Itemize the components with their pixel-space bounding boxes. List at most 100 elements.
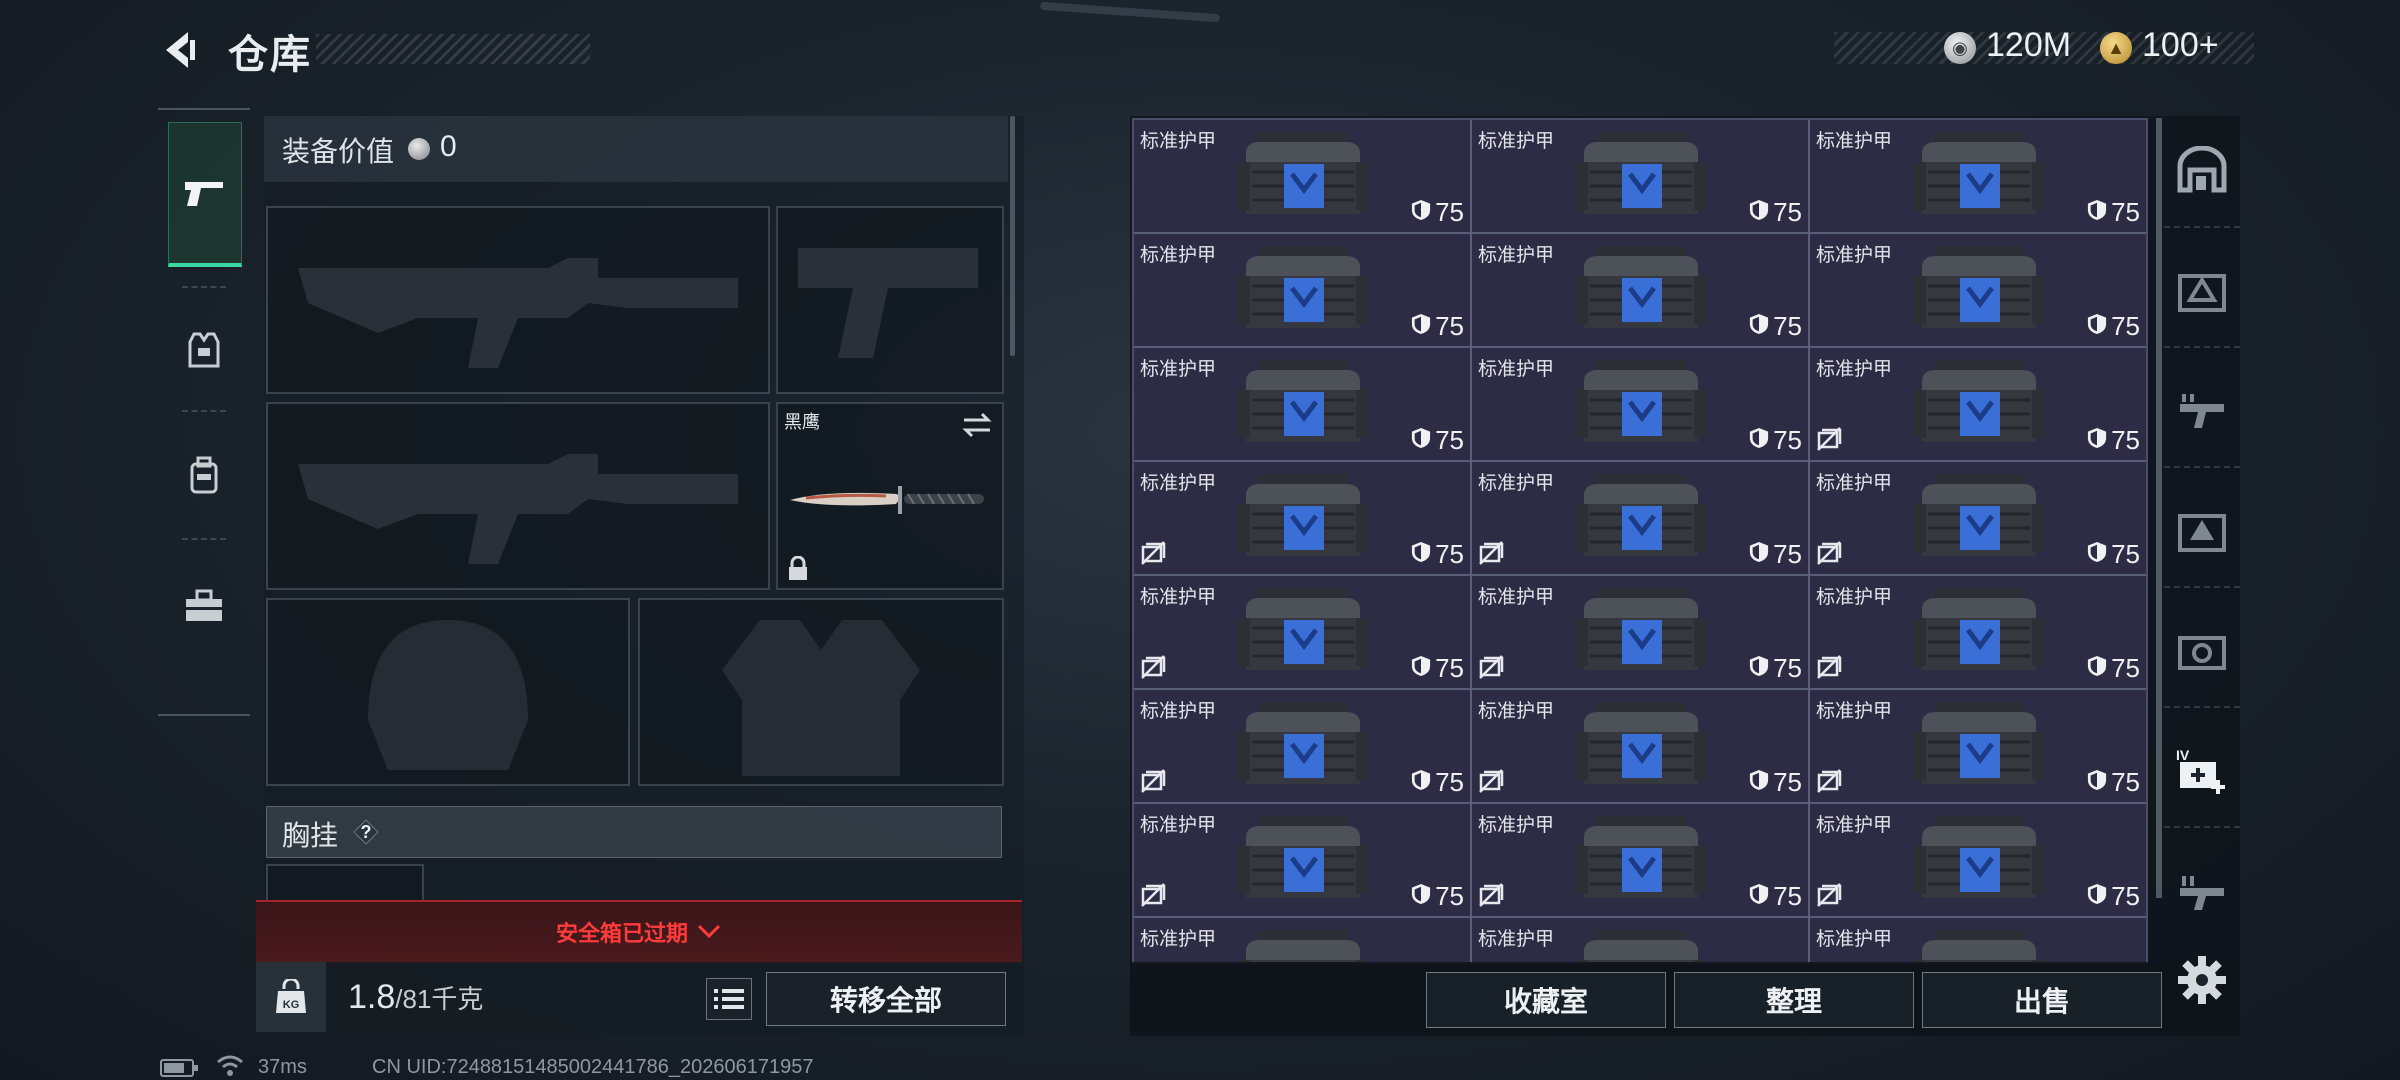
shield-icon: [1411, 311, 1431, 342]
storage-item-cell[interactable]: 标准护甲 75: [1134, 348, 1470, 460]
item-name: 标准护甲: [1140, 473, 1217, 494]
item-durability: 75: [2087, 311, 2140, 342]
safe-box-expired-banner[interactable]: 安全箱已过期: [256, 900, 1022, 964]
storage-item-cell[interactable]: 标准护甲 75: [1810, 576, 2146, 688]
storage-item-cell[interactable]: 标准护甲 75: [1472, 348, 1808, 460]
storage-item-cell[interactable]: 标准护甲 75: [1810, 462, 2146, 574]
transfer-all-button[interactable]: 转移全部: [766, 972, 1006, 1026]
page-title: 仓库: [228, 33, 312, 77]
filter-ammo-button[interactable]: [2164, 596, 2240, 708]
storage-item-cell[interactable]: 标准护甲 75: [1810, 348, 2146, 460]
equipment-value: 0: [440, 130, 457, 163]
organize-button[interactable]: 整理: [1674, 972, 1914, 1028]
sidearm-slot[interactable]: [776, 206, 1004, 394]
storage-item-cell[interactable]: 标准护甲 75: [1472, 690, 1808, 802]
storage-item-cell[interactable]: 标准护甲 75: [1134, 234, 1470, 346]
item-name: 标准护甲: [1816, 245, 1893, 266]
storage-item-cell[interactable]: 标准护甲 75: [1134, 120, 1470, 232]
category-armor-tab[interactable]: [168, 300, 240, 400]
category-weapon-tab[interactable]: [168, 122, 242, 267]
category-toolbox-tab[interactable]: [168, 556, 240, 656]
storage-item-cell[interactable]: 标准护甲 75: [1472, 462, 1808, 574]
filter-all-button[interactable]: [2164, 116, 2240, 228]
storage-item-cell[interactable]: 标准护甲 75: [1134, 462, 1470, 574]
gold-amount[interactable]: 100+: [2142, 26, 2219, 65]
chevron-down-icon: [697, 924, 721, 939]
item-durability: 75: [1411, 653, 1464, 684]
storage-item-cell[interactable]: 标准护甲 75: [1472, 234, 1808, 346]
item-durability: 75: [1749, 767, 1802, 798]
storage-scrollbar[interactable]: [2156, 118, 2162, 898]
storage-item-cell[interactable]: 标准护甲 75: [1472, 804, 1808, 916]
list-view-button[interactable]: [706, 978, 752, 1020]
weight-current: 1.8: [348, 978, 396, 1016]
no-insure-icon: [1478, 654, 1504, 680]
item-durability: 75: [1411, 311, 1464, 342]
armor-bag-icon: [1914, 702, 2044, 794]
item-durability: 75: [1749, 653, 1802, 684]
filter-armor-button[interactable]: [2164, 236, 2240, 348]
armor-bag-icon: [1914, 132, 2044, 224]
item-durability: 75: [2087, 197, 2140, 228]
helmet-slot[interactable]: [266, 598, 630, 786]
storage-item-cell[interactable]: 标准护甲 75: [1810, 804, 2146, 916]
body-armor-slot[interactable]: [638, 598, 1004, 786]
backpack-icon: [190, 456, 218, 494]
durability-value: 75: [1773, 539, 1802, 569]
no-insure-icon: [1816, 768, 1842, 794]
no-insure-icon: [1478, 768, 1504, 794]
equipment-scrollbar[interactable]: [1010, 116, 1015, 356]
category-sidebar: [158, 108, 250, 716]
settings-gear-icon[interactable]: [2176, 954, 2228, 1006]
storage-item-cell[interactable]: 标准护甲 75: [1134, 690, 1470, 802]
durability-value: 75: [1773, 653, 1802, 683]
ping-readout: 37ms: [258, 1056, 307, 1078]
storage-item-cell[interactable]: 标准护甲 75: [1810, 234, 2146, 346]
armor-bag-icon: [1914, 246, 2044, 338]
item-name: 标准护甲: [1478, 929, 1555, 950]
storage-item-cell[interactable]: 标准护甲 75: [1134, 576, 1470, 688]
category-backpack-tab[interactable]: [168, 426, 240, 526]
filter-weapon-button[interactable]: [2164, 356, 2240, 468]
swap-icon[interactable]: [960, 412, 994, 438]
storage-item-cell[interactable]: 标准护甲: [1810, 918, 2146, 962]
armor-bag-icon: [1576, 816, 1706, 908]
help-icon[interactable]: ?: [352, 818, 380, 846]
sell-button[interactable]: 出售: [1922, 972, 2162, 1028]
shield-icon: [1749, 425, 1769, 456]
filter-gear-button[interactable]: [2164, 476, 2240, 588]
shield-icon: [2087, 881, 2107, 912]
shield-icon: [1411, 881, 1431, 912]
primary-weapon-slot[interactable]: [266, 206, 770, 394]
secondary-weapon-slot[interactable]: [266, 402, 770, 590]
filter-medical-button[interactable]: IV: [2164, 716, 2240, 828]
collection-room-button[interactable]: 收藏室: [1426, 972, 1666, 1028]
storage-item-cell[interactable]: 标准护甲 75: [1472, 576, 1808, 688]
storage-item-cell[interactable]: 标准护甲 75: [1472, 120, 1808, 232]
armor-bag-icon: [1914, 474, 2044, 566]
item-durability: 75: [1749, 311, 1802, 342]
no-insure-icon: [1140, 540, 1166, 566]
armor-bag-icon: [1238, 132, 1368, 224]
shield-icon: [2087, 425, 2107, 456]
silver-amount: 120M: [1986, 26, 2072, 64]
item-name: 标准护甲: [1478, 359, 1555, 380]
filter-misc-button[interactable]: [2164, 836, 2240, 946]
storage-item-cell[interactable]: 标准护甲 75: [1810, 120, 2146, 232]
item-name: 标准护甲: [1816, 815, 1893, 836]
no-insure-icon: [1140, 882, 1166, 908]
armor-bag-icon: [1914, 360, 2044, 452]
no-insure-icon: [1478, 540, 1504, 566]
vest-silhouette-icon: [722, 620, 920, 776]
knife-icon: [790, 486, 984, 514]
storage-item-cell[interactable]: 标准护甲 75: [1134, 804, 1470, 916]
durability-value: 75: [1435, 197, 1464, 227]
durability-value: 75: [1773, 881, 1802, 911]
no-insure-icon: [1816, 426, 1842, 452]
back-arrow-icon[interactable]: [158, 28, 202, 72]
storage-item-cell[interactable]: 标准护甲 75: [1810, 690, 2146, 802]
storage-item-cell[interactable]: 标准护甲: [1472, 918, 1808, 962]
storage-item-cell[interactable]: 标准护甲: [1134, 918, 1470, 962]
safe-box-status: 安全箱已过期: [555, 921, 688, 946]
value-coin-icon: [408, 138, 430, 160]
